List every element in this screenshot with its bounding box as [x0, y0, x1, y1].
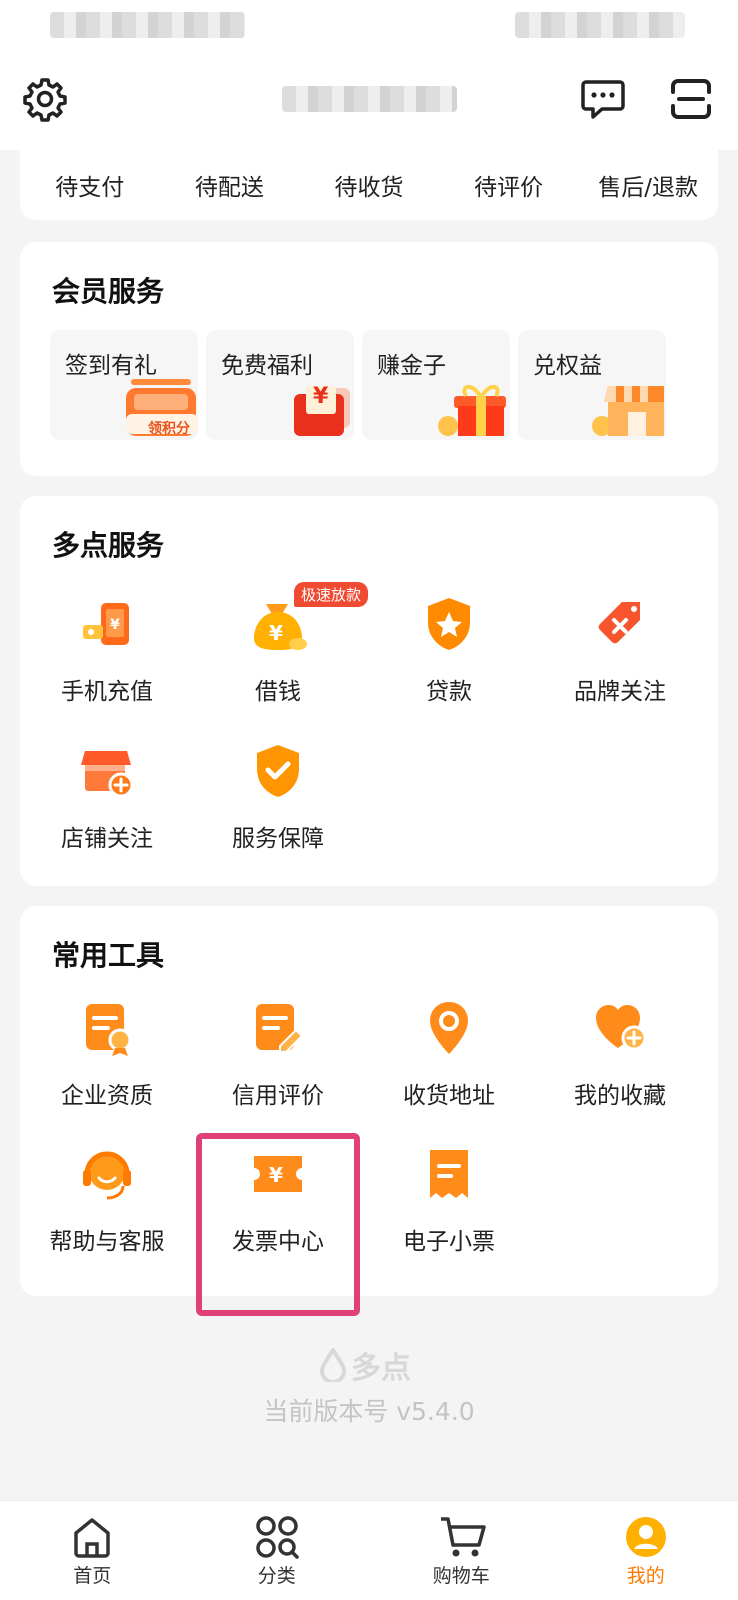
tab-profile[interactable]: 我的 — [554, 1501, 738, 1600]
member-services-card: 会员服务 签到有礼 领积分 免费福利 ¥ 赚金子 兑权益 — [20, 242, 718, 476]
member-services-title: 会员服务 — [52, 275, 165, 308]
order-pending-delivery[interactable]: 待配送 — [160, 168, 300, 202]
scan-icon[interactable] — [666, 76, 716, 122]
app-version: 当前版本号 v5.4.0 — [263, 1397, 475, 1426]
settings-gear-icon[interactable] — [20, 74, 70, 124]
tile-earn-gold-label: 赚金子 — [377, 353, 446, 379]
message-icon[interactable] — [578, 76, 628, 122]
svc-service-guarantee[interactable]: 服务保障 — [191, 741, 365, 871]
tool-my-favorites[interactable]: 我的收藏 — [533, 998, 707, 1128]
svc-store-follow-label: 店铺关注 — [61, 826, 153, 852]
category-icon — [255, 1515, 299, 1559]
tile-free-welfare-label: 免费福利 — [221, 353, 313, 379]
location-pin-icon — [419, 998, 479, 1058]
tool-help-service-label: 帮助与客服 — [49, 1229, 165, 1255]
svc-borrow-money[interactable]: ¥ 极速放款 借钱 — [191, 582, 369, 724]
tile-free-welfare[interactable]: 免费福利 ¥ — [206, 330, 354, 440]
tile-sign-in[interactable]: 签到有礼 领积分 — [50, 330, 198, 440]
borrow-fast-badge: 极速放款 — [294, 582, 369, 607]
tile-free-welfare-art-text: ¥ — [313, 384, 329, 409]
username-blurred — [282, 86, 457, 112]
tag-icon — [590, 594, 650, 654]
basket-icon: 领积分 — [120, 372, 198, 440]
drop-logo-icon — [319, 1348, 347, 1382]
tab-cart-label: 购物车 — [432, 1565, 490, 1587]
svc-loan[interactable]: 贷款 — [362, 594, 536, 724]
shield-star-icon — [419, 594, 479, 654]
svg-text:¥: ¥ — [269, 621, 283, 645]
svc-store-follow[interactable]: 店铺关注 — [20, 741, 194, 871]
status-right-blurred — [515, 12, 685, 38]
duodian-services-title: 多点服务 — [52, 529, 165, 562]
bottom-tabbar: 首页 分类 购物车 我的 — [0, 1500, 738, 1600]
red-envelope-icon: ¥ — [290, 380, 354, 440]
certificate-icon — [77, 998, 137, 1058]
tab-cart[interactable]: 购物车 — [369, 1501, 554, 1600]
cart-icon — [439, 1515, 486, 1559]
svc-borrow-money-label: 借钱 — [255, 679, 301, 705]
tool-e-receipt-label: 电子小票 — [403, 1229, 495, 1255]
tab-home-label: 首页 — [73, 1565, 112, 1587]
order-after-sales[interactable]: 售后/退款 — [578, 168, 718, 202]
order-pending-review[interactable]: 待评价 — [439, 168, 579, 202]
tool-credit-review-label: 信用评价 — [232, 1083, 324, 1109]
svg-text:¥: ¥ — [110, 617, 120, 633]
tool-enterprise-qualification-label: 企业资质 — [61, 1083, 153, 1109]
duodian-logo-text: 多点 — [351, 1351, 411, 1386]
svc-phone-topup[interactable]: ¥ 手机充值 — [20, 594, 194, 724]
tab-profile-label: 我的 — [626, 1565, 665, 1587]
order-status-card: 待支付 待配送 待收货 待评价 售后/退款 — [20, 150, 718, 220]
home-icon — [70, 1515, 114, 1559]
status-left-blurred — [50, 12, 245, 38]
tile-redeem-rights[interactable]: 兑权益 — [518, 330, 666, 440]
order-pending-receipt[interactable]: 待收货 — [299, 168, 439, 202]
svc-loan-label: 贷款 — [426, 679, 472, 705]
tool-credit-review[interactable]: 信用评价 — [191, 998, 365, 1128]
top-bar — [0, 50, 738, 150]
receipt-icon — [419, 1144, 479, 1204]
phone-topup-icon: ¥ — [77, 594, 137, 654]
common-tools-title: 常用工具 — [52, 939, 165, 972]
store-plus-icon — [77, 741, 137, 801]
tile-sign-in-art-text: 领积分 — [148, 421, 190, 437]
duodian-services-card: 多点服务 ¥ 手机充值 ¥ 极速放款 借钱 贷款 品牌关注 店铺关注 服务保障 — [20, 496, 718, 886]
tab-category[interactable]: 分类 — [185, 1501, 370, 1600]
headset-icon — [77, 1144, 137, 1204]
tab-category-label: 分类 — [257, 1565, 296, 1587]
document-pen-icon — [248, 998, 308, 1058]
common-tools-card: 常用工具 企业资质 信用评价 收货地址 我的收藏 帮助与客服 ¥ 发票中心 电子… — [20, 906, 718, 1296]
tool-e-receipt[interactable]: 电子小票 — [362, 1144, 536, 1274]
heart-plus-icon — [590, 998, 650, 1058]
tool-enterprise-qualification[interactable]: 企业资质 — [20, 998, 194, 1128]
tile-earn-gold[interactable]: 赚金子 — [362, 330, 510, 440]
status-bar — [0, 0, 738, 50]
duodian-logo: 多点 — [319, 1346, 419, 1386]
svc-brand-follow-label: 品牌关注 — [574, 679, 666, 705]
tool-help-service[interactable]: 帮助与客服 — [20, 1144, 194, 1274]
gift-box-icon — [432, 380, 510, 440]
tool-shipping-address-label: 收货地址 — [403, 1083, 495, 1109]
shop-icon — [588, 380, 666, 440]
svc-phone-topup-label: 手机充值 — [61, 679, 153, 705]
tool-my-favorites-label: 我的收藏 — [574, 1083, 666, 1109]
invoice-center-highlight-box — [196, 1133, 360, 1316]
tool-shipping-address[interactable]: 收货地址 — [362, 998, 536, 1128]
tile-redeem-rights-label: 兑权益 — [533, 353, 602, 379]
svc-service-guarantee-label: 服务保障 — [232, 826, 324, 852]
tab-home[interactable]: 首页 — [0, 1501, 185, 1600]
shield-check-icon — [248, 741, 308, 801]
profile-icon — [624, 1515, 668, 1559]
order-pending-payment[interactable]: 待支付 — [20, 168, 160, 202]
svc-brand-follow[interactable]: 品牌关注 — [533, 594, 707, 724]
